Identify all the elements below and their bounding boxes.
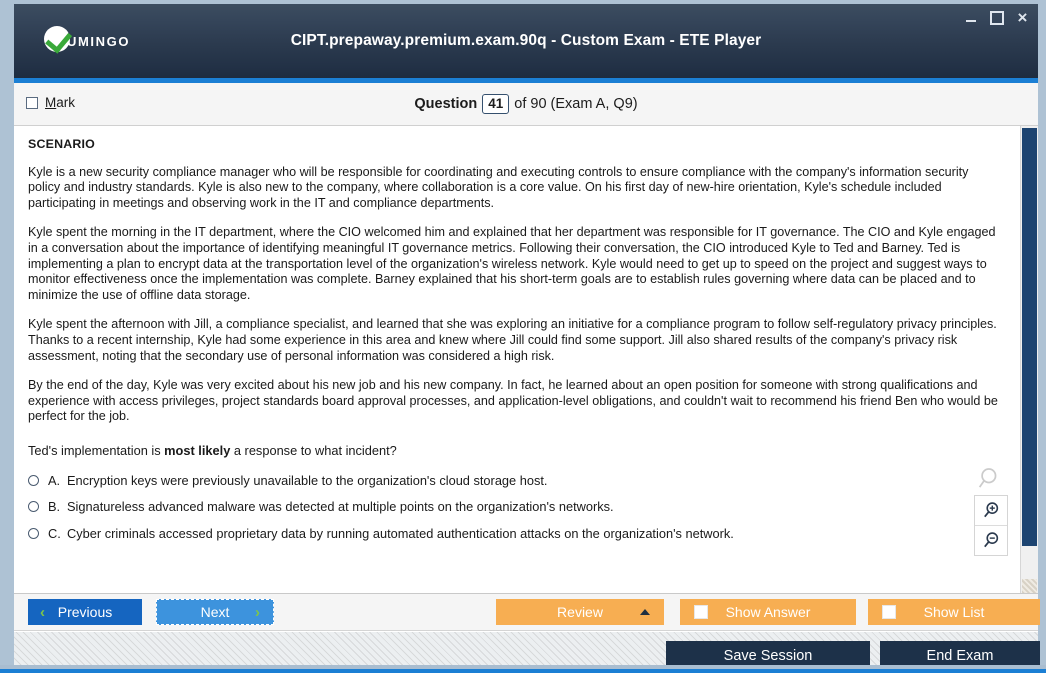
previous-button[interactable]: ‹ Previous xyxy=(28,599,142,626)
next-button-label: Next xyxy=(200,604,230,621)
minimize-icon[interactable] xyxy=(963,10,978,25)
question-counter-label: Question xyxy=(414,96,478,112)
window-controls: × xyxy=(963,9,1030,26)
ete-player-window: UMINGO CIPT.prepaway.premium.exam.90q - … xyxy=(0,0,1046,673)
window-accent-bottom xyxy=(0,669,1046,673)
scenario-paragraph: Kyle spent the afternoon with Jill, a co… xyxy=(28,317,997,363)
question-prompt-emphasis: most likely xyxy=(164,442,231,458)
resize-grip[interactable] xyxy=(1022,579,1037,594)
checkbox-icon[interactable] xyxy=(694,605,708,620)
question-number-field[interactable]: 41 xyxy=(482,94,510,114)
question-counter-total: of 90 (Exam A, Q9) xyxy=(514,96,638,112)
magnifier-icon xyxy=(978,468,997,488)
answer-option-b[interactable]: B. Signatureless advanced malware was de… xyxy=(28,499,1004,515)
title-bar: UMINGO CIPT.prepaway.premium.exam.90q - … xyxy=(14,4,1038,83)
radio-icon[interactable] xyxy=(28,501,39,513)
zoom-out-icon xyxy=(983,532,998,548)
question-header-bar: Mark Question 41 of 90 (Exam A, Q9) xyxy=(14,83,1038,126)
zoom-out-button[interactable] xyxy=(975,525,1007,555)
scenario-paragraph: By the end of the day, Kyle was very exc… xyxy=(28,378,998,424)
window-title: CIPT.prepaway.premium.exam.90q - Custom … xyxy=(290,32,762,49)
save-session-label: Save Session xyxy=(723,648,813,665)
answer-text: Signatureless advanced malware was detec… xyxy=(67,499,614,515)
review-button[interactable]: Review xyxy=(496,599,664,626)
question-pane: SCENARIO Kyle is a new security complian… xyxy=(14,126,1020,593)
navigation-toolbar: ‹ Previous Next › Review Show Answer Sho… xyxy=(14,594,1040,632)
question-counter: Question 41 of 90 (Exam A, Q9) xyxy=(14,94,1038,114)
checkbox-icon[interactable] xyxy=(882,605,896,620)
answer-option-c[interactable]: C. Cyber criminals accessed proprietary … xyxy=(28,526,1004,542)
answer-letter: C. xyxy=(48,525,61,541)
zoom-button-group xyxy=(974,495,1008,556)
scrollbar-thumb[interactable] xyxy=(1022,128,1037,546)
show-list-button-label: Show List xyxy=(923,604,985,621)
caret-up-icon xyxy=(640,609,650,616)
question-content-area: SCENARIO Kyle is a new security complian… xyxy=(14,126,1038,595)
question-prompt: Ted's implementation is most likely a re… xyxy=(28,443,1004,459)
answer-text: Encryption keys were previously unavaila… xyxy=(67,472,548,488)
scenario-paragraph: Kyle is a new security compliance manage… xyxy=(28,164,969,210)
maximize-icon[interactable] xyxy=(989,10,1004,25)
previous-button-label: Previous xyxy=(57,604,113,621)
radio-icon[interactable] xyxy=(28,527,39,539)
answer-text: Cyber criminals accessed proprietary dat… xyxy=(67,525,734,541)
show-list-button[interactable]: Show List xyxy=(868,599,1040,626)
vertical-scrollbar[interactable] xyxy=(1020,126,1038,594)
zoom-in-icon xyxy=(983,502,998,518)
scenario-paragraph: Kyle spent the morning in the IT departm… xyxy=(28,225,996,302)
chevron-right-icon: › xyxy=(255,603,260,621)
show-answer-button-label: Show Answer xyxy=(725,604,811,621)
zoom-tools xyxy=(974,466,1008,556)
show-answer-button[interactable]: Show Answer xyxy=(680,599,856,626)
end-exam-label: End Exam xyxy=(926,648,994,665)
question-prompt-part: Ted's implementation is xyxy=(28,442,165,458)
chevron-left-icon: ‹ xyxy=(40,603,45,621)
close-icon[interactable]: × xyxy=(1015,9,1030,26)
zoom-in-button[interactable] xyxy=(975,496,1007,525)
question-prompt-part: a response to what incident? xyxy=(230,442,397,458)
answer-letter: A. xyxy=(48,472,61,488)
radio-icon[interactable] xyxy=(28,474,39,486)
answer-options-list: A. Encryption keys were previously unava… xyxy=(28,473,1004,542)
answer-letter: B. xyxy=(48,499,61,515)
next-button[interactable]: Next › xyxy=(156,599,274,626)
answer-option-a[interactable]: A. Encryption keys were previously unava… xyxy=(28,473,1004,489)
review-button-label: Review xyxy=(557,604,603,621)
scenario-heading: SCENARIO xyxy=(28,137,96,151)
